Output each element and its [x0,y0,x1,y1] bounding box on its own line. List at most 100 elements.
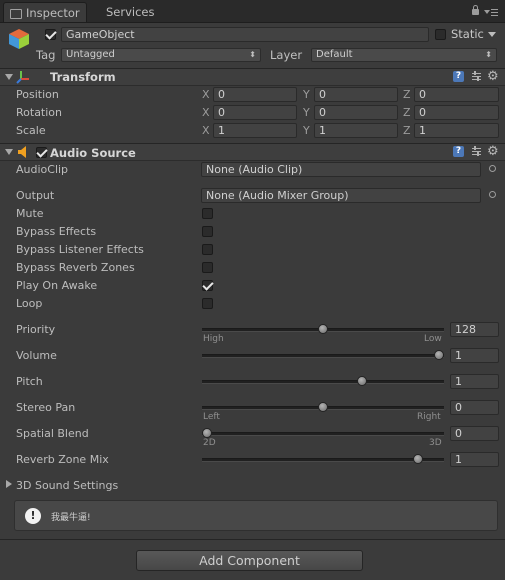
foldout-arrow-right-icon[interactable] [6,480,12,488]
spatial-blend-slider-track[interactable] [202,432,444,436]
help-icon[interactable]: ? [453,146,464,157]
chevron-updown-icon: ⬍ [249,50,256,59]
layer-dropdown[interactable]: Default ⬍ [311,48,497,62]
cube-icon [8,28,30,50]
audioclip-label: AudioClip [16,163,69,176]
preset-icon[interactable] [471,71,482,82]
reverb-zone-mix-slider-track[interactable] [202,458,444,462]
tab-inspector-label: Inspector [26,6,80,20]
mute-label: Mute [16,207,44,220]
static-dropdown-icon[interactable] [488,32,496,37]
pitch-slider-thumb[interactable] [356,376,367,386]
gear-icon[interactable]: ⚙ [487,69,499,84]
y-axis-label: Y [303,124,310,137]
position-label: Position [16,88,59,101]
tag-value: Untagged [66,49,115,60]
stereo-pan-slider-thumb[interactable] [318,402,328,412]
x-axis-label: X [202,124,210,137]
spatial-blend-slider-thumb[interactable] [202,428,212,438]
lock-icon[interactable] [472,5,479,15]
transform-title: Transform [50,70,116,84]
spatial-blend-label: Spatial Blend [16,427,89,440]
tab-inspector[interactable]: Inspector [3,2,87,22]
layer-value: Default [316,49,353,60]
output-field[interactable]: None (Audio Mixer Group) [201,188,481,203]
play-on-awake-label: Play On Awake [16,279,98,292]
output-label: Output [16,189,55,202]
rotation-y-field[interactable]: 0 [314,105,398,120]
rotation-x-field[interactable]: 0 [213,105,297,120]
preset-icon[interactable] [471,146,482,157]
z-axis-label: Z [403,106,411,119]
position-y-field[interactable]: 0 [314,87,398,102]
stereo-pan-value-field[interactable]: 0 [450,400,499,415]
position-z-field[interactable]: 0 [414,87,499,102]
rotation-z-field[interactable]: 0 [414,105,499,120]
reverb-zone-mix-label: Reverb Zone Mix [16,453,109,466]
volume-slider-thumb[interactable] [434,350,444,360]
loop-label: Loop [16,297,43,310]
audio-source-enabled-checkbox[interactable] [36,147,47,158]
priority-high-label: High [203,334,224,344]
priority-slider-thumb[interactable] [318,324,328,334]
gear-icon[interactable]: ⚙ [487,144,499,159]
reverb-zone-mix-value-field[interactable]: 1 [450,452,499,467]
chevron-updown-icon: ⬍ [485,50,492,59]
priority-label: Priority [16,323,56,336]
tag-dropdown[interactable]: Untagged ⬍ [61,48,261,62]
help-message-text: 我最牛逼! [51,513,91,523]
stereo-pan-left-label: Left [203,412,220,422]
spatial-blend-3d-label: 3D [429,438,442,448]
static-checkbox[interactable] [435,29,446,40]
bypass-listener-effects-checkbox[interactable] [202,244,213,255]
tab-services-label: Services [106,5,155,19]
reverb-zone-mix-slider-thumb[interactable] [412,454,423,464]
help-message-box: ! 我最牛逼! [14,500,498,531]
speaker-icon [17,146,31,158]
volume-slider-track[interactable] [202,354,444,358]
pitch-slider-track[interactable] [202,380,444,384]
pitch-label: Pitch [16,375,43,388]
layer-label: Layer [270,48,303,62]
pitch-value-field[interactable]: 1 [450,374,499,389]
scale-x-field[interactable]: 1 [213,123,297,138]
stereo-pan-label: Stereo Pan [16,401,76,414]
y-axis-label: Y [303,106,310,119]
bypass-listener-effects-label: Bypass Listener Effects [16,243,144,256]
mute-checkbox[interactable] [202,208,213,219]
spatial-blend-2d-label: 2D [203,438,216,448]
volume-label: Volume [16,349,57,362]
scale-z-field[interactable]: 1 [414,123,499,138]
priority-value-field[interactable]: 128 [450,322,499,337]
volume-value-field[interactable]: 1 [450,348,499,363]
audio-source-title: Audio Source [50,146,136,160]
3d-sound-settings-foldout[interactable]: 3D Sound Settings [16,479,118,492]
spatial-blend-value-field[interactable]: 0 [450,426,499,441]
transform-gizmo-icon [16,70,30,84]
help-icon[interactable]: ? [453,71,464,82]
object-picker-icon[interactable] [489,165,496,172]
audioclip-field[interactable]: None (Audio Clip) [201,162,481,177]
foldout-arrow-icon[interactable] [5,74,13,80]
gameobject-name-field[interactable]: GameObject [61,27,429,42]
bypass-reverb-zones-label: Bypass Reverb Zones [16,261,135,274]
play-on-awake-checkbox[interactable] [202,280,213,291]
foldout-arrow-icon[interactable] [5,149,13,155]
position-x-field[interactable]: 0 [213,87,297,102]
scale-y-field[interactable]: 1 [314,123,398,138]
active-checkbox[interactable] [45,29,56,40]
y-axis-label: Y [303,88,310,101]
tab-services[interactable]: Services [98,2,184,22]
menu-icon[interactable] [484,8,498,18]
x-axis-label: X [202,106,210,119]
bypass-reverb-zones-checkbox[interactable] [202,262,213,273]
add-component-button[interactable]: Add Component [136,550,363,571]
object-picker-icon[interactable] [489,191,496,198]
priority-low-label: Low [424,334,442,344]
add-component-label: Add Component [199,553,300,568]
bypass-effects-checkbox[interactable] [202,226,213,237]
z-axis-label: Z [403,124,411,137]
bypass-effects-label: Bypass Effects [16,225,97,238]
loop-checkbox[interactable] [202,298,213,309]
tag-label: Tag [36,48,56,62]
